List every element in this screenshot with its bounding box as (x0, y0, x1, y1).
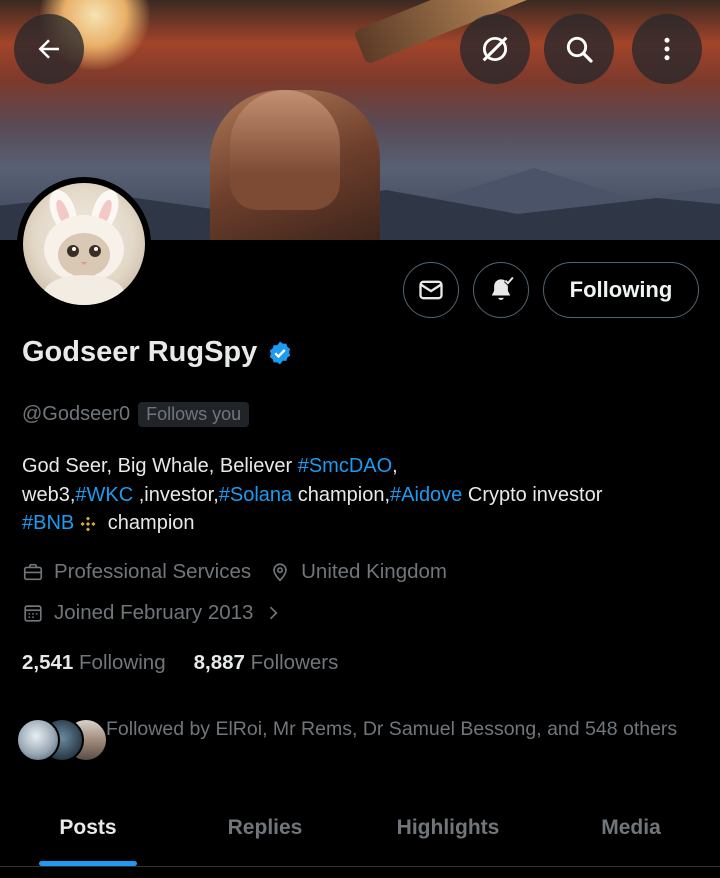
joined-label: Joined February 2013 (54, 601, 254, 624)
bio-text: champion, (292, 483, 391, 506)
hashtag-solana[interactable]: #Solana (219, 484, 292, 506)
grok-icon (482, 36, 508, 62)
bio-line-2: web3,#WKC ,investor,#Solana champion,#Ai… (22, 481, 702, 510)
more-vertical-icon (664, 37, 670, 61)
bnb-coin-icon (80, 516, 96, 532)
handle: @Godseer0 (22, 403, 131, 425)
briefcase-icon (23, 563, 43, 581)
handle-row: @Godseer0 Follows you (22, 402, 250, 427)
profile-tabs: Posts Replies Highlights Media (0, 796, 720, 866)
following-button[interactable]: Following (543, 262, 699, 318)
followers-stat[interactable]: 8,887 Followers (194, 651, 339, 675)
notifications-button[interactable] (473, 262, 529, 318)
more-button[interactable] (632, 14, 702, 84)
grok-button[interactable] (460, 14, 530, 84)
profile-meta-row: Professional Services United Kingdom (22, 560, 447, 584)
hashtag-smcdao[interactable]: #SmcDAO (298, 455, 392, 477)
follow-stats: 2,541 Following 8,887 Followers (22, 651, 338, 675)
banner-figure (210, 90, 380, 240)
tabs-divider (0, 866, 720, 867)
cat-bunny-avatar-image (44, 189, 124, 305)
hashtag-aidove[interactable]: #Aidove (390, 484, 462, 506)
tab-media[interactable]: Media (542, 796, 720, 866)
calendar-icon (24, 605, 42, 622)
message-button[interactable] (403, 262, 459, 318)
bio-text: God Seer, Big Whale, Believer (22, 455, 298, 477)
bio-text: web3, (22, 483, 76, 506)
bio-line-1: God Seer, Big Whale, Believer #SmcDAO, (22, 452, 702, 481)
tab-replies[interactable]: Replies (176, 796, 354, 866)
followed-by[interactable]: Followed by ElRoi, Mr Rems, Dr Samuel Be… (16, 716, 706, 766)
location-label: United Kingdom (301, 560, 447, 583)
profile-name: Godseer RugSpy (22, 336, 293, 369)
avatar[interactable] (17, 177, 151, 311)
follows-you-badge: Follows you (138, 402, 250, 427)
bio-text: Crypto investor (462, 483, 603, 506)
envelope-icon (419, 280, 443, 300)
mutual-avatars (16, 718, 108, 766)
following-label: Following (79, 651, 166, 674)
bell-plus-icon (491, 276, 515, 300)
hashtag-bnb[interactable]: #BNB (22, 512, 74, 534)
category: Professional Services (22, 560, 251, 584)
bio: God Seer, Big Whale, Believer #SmcDAO, w… (22, 452, 702, 538)
joined-row[interactable]: Joined February 2013 (22, 601, 283, 625)
bio-text: champion (102, 512, 195, 534)
hashtag-wkc[interactable]: #WKC (75, 484, 133, 506)
followed-by-text: Followed by ElRoi, Mr Rems, Dr Samuel Be… (106, 718, 678, 740)
arrow-left-icon (38, 39, 59, 59)
search-icon (566, 36, 593, 63)
mutual-avatar (16, 718, 60, 762)
bio-text: ,investor, (133, 483, 219, 506)
display-name: Godseer RugSpy (22, 336, 258, 368)
following-count: 2,541 (22, 651, 74, 674)
followers-label: Followers (250, 651, 339, 674)
search-button[interactable] (544, 14, 614, 84)
category-label: Professional Services (54, 560, 252, 583)
following-stat[interactable]: 2,541 Following (22, 651, 166, 675)
verified-badge-icon[interactable] (267, 340, 293, 366)
bio-line-3: #BNB champion (22, 509, 702, 538)
bio-text: , (392, 455, 398, 477)
followers-count: 8,887 (193, 651, 245, 674)
tab-posts[interactable]: Posts (0, 796, 176, 866)
location: United Kingdom (269, 560, 447, 584)
tab-highlights[interactable]: Highlights (354, 796, 542, 866)
chevron-right-icon (270, 606, 278, 620)
location-pin-icon (273, 563, 287, 582)
back-button[interactable] (14, 14, 84, 84)
